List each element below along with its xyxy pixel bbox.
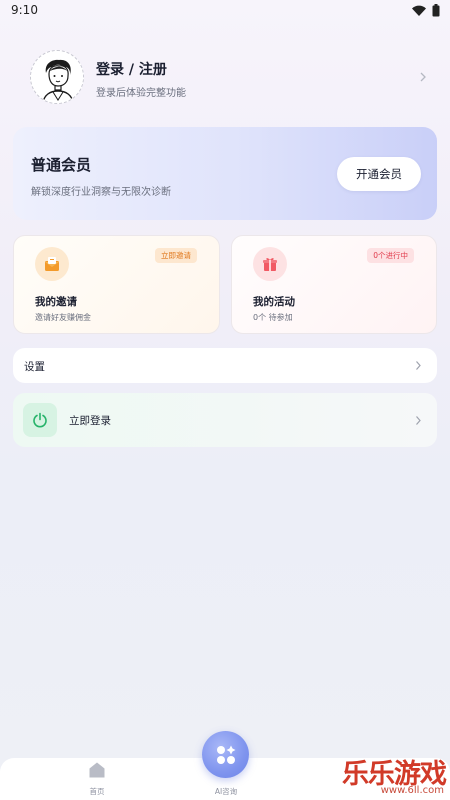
chevron-right-icon[interactable]: [418, 70, 428, 84]
battery-icon: [432, 4, 440, 17]
membership-title: 普通会员: [31, 156, 92, 174]
invite-card[interactable]: 立即邀请 我的邀请 邀请好友赚佣金: [13, 235, 220, 334]
open-membership-button[interactable]: 开通会员: [337, 157, 421, 191]
status-icons: [412, 4, 440, 17]
power-icon: [33, 412, 47, 428]
apps-grid-icon: [216, 745, 235, 764]
gift-icon: [263, 258, 277, 271]
activity-card[interactable]: 0个进行中 我的活动 0个 待参加: [231, 235, 437, 334]
power-icon-wrap: [23, 403, 57, 437]
profile-subtitle: 登录后体验完整功能: [96, 88, 186, 99]
nav-home[interactable]: 首页: [67, 758, 127, 800]
chevron-right-icon: [416, 361, 421, 370]
avatar[interactable]: [30, 50, 84, 104]
envelope-icon: [45, 257, 59, 271]
wifi-icon: [412, 5, 426, 16]
activity-title: 我的活动: [253, 296, 295, 308]
settings-label: 设置: [24, 361, 45, 373]
nav-ai-label: AI咨询: [214, 787, 238, 796]
nav-home-label: 首页: [89, 787, 105, 796]
invite-badge[interactable]: 立即邀请: [155, 248, 197, 263]
status-time: 9:10: [11, 3, 38, 17]
login-row[interactable]: 立即登录: [13, 393, 437, 447]
avatar-illustration: [32, 52, 83, 103]
profile-title[interactable]: 登录 / 注册: [96, 59, 167, 79]
profile-header[interactable]: 登录 / 注册 登录后体验完整功能: [30, 50, 430, 106]
home-icon: [89, 762, 105, 778]
activity-icon-wrap: [253, 247, 287, 281]
chevron-right-icon: [416, 416, 421, 425]
membership-subtitle: 解锁深度行业洞察与无限次诊断: [31, 187, 171, 198]
membership-card: 普通会员 解锁深度行业洞察与无限次诊断 开通会员: [13, 127, 437, 220]
watermark-url: www.6ll.com: [380, 785, 444, 796]
invite-title: 我的邀请: [35, 296, 77, 308]
activity-subtitle: 0个 待参加: [253, 313, 293, 322]
login-label: 立即登录: [69, 415, 111, 427]
watermark: 乐乐游戏 www.6ll.com: [336, 752, 450, 800]
activity-badge: 0个进行中: [367, 248, 414, 263]
ai-consult-fab[interactable]: [202, 731, 249, 778]
invite-icon-wrap: [35, 247, 69, 281]
status-bar: 9:10: [0, 0, 450, 22]
settings-row[interactable]: 设置: [13, 348, 437, 383]
invite-subtitle: 邀请好友赚佣金: [35, 313, 91, 322]
